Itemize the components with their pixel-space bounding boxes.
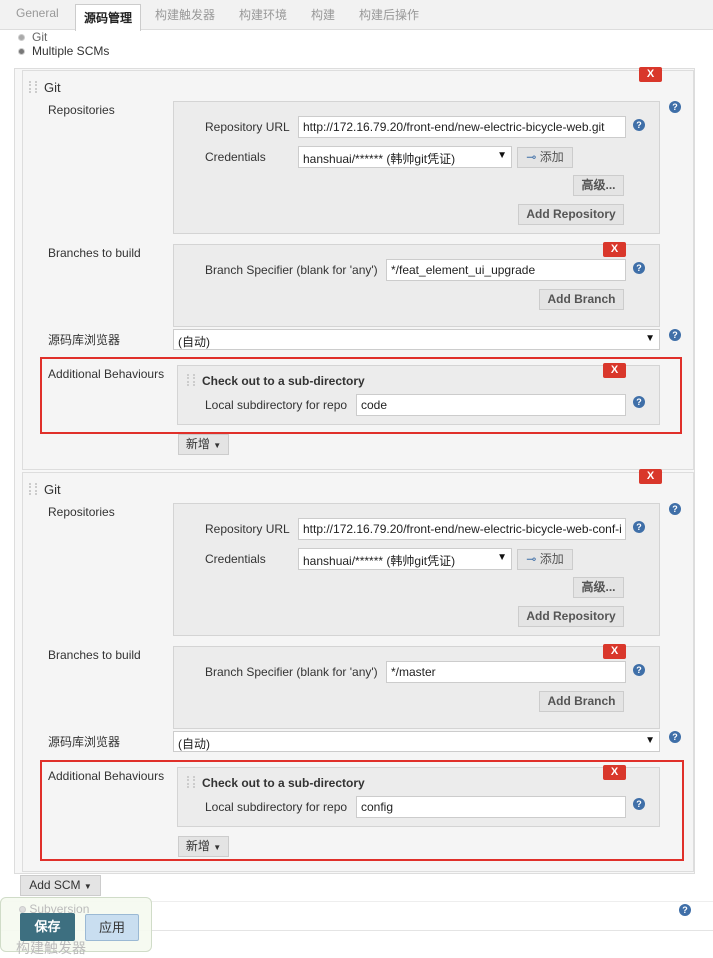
- add-credentials-button[interactable]: ⊸ 添加: [517, 147, 573, 168]
- repo-browser-label: 源码库浏览器: [48, 333, 121, 347]
- dropdown-arrow-icon: ▼: [645, 735, 655, 746]
- drag-handle-icon[interactable]: [29, 81, 37, 93]
- dropdown-arrow-icon: ▼: [497, 552, 507, 563]
- branch-box: [173, 646, 660, 729]
- advanced-button[interactable]: 高级...: [573, 175, 624, 196]
- help-icon[interactable]: ?: [669, 329, 681, 341]
- tab-scm[interactable]: 源码管理: [75, 4, 142, 31]
- tab-environment[interactable]: 构建环境: [239, 6, 287, 23]
- repo-browser-select[interactable]: (自动) ▼: [173, 329, 660, 350]
- branches-label: Branches to build: [48, 246, 141, 260]
- add-scm-button[interactable]: Add SCM ▼: [20, 875, 101, 896]
- repo-browser-select[interactable]: (自动) ▼: [173, 731, 660, 752]
- help-icon[interactable]: ?: [679, 904, 691, 916]
- add-scm-label: Add SCM: [29, 878, 81, 892]
- repo-browser-label: 源码库浏览器: [48, 735, 121, 749]
- tab-build[interactable]: 构建: [311, 6, 335, 23]
- branch-specifier-input[interactable]: */feat_element_ui_upgrade: [386, 259, 626, 281]
- drag-handle-icon[interactable]: [29, 483, 37, 495]
- radio-multiple[interactable]: [18, 48, 25, 55]
- save-bar: Subversion 构建触发器 保存 应用: [0, 897, 152, 956]
- git-scm-block: X Git Repositories ? Repository URL http…: [22, 469, 694, 872]
- help-icon[interactable]: ?: [669, 731, 681, 743]
- help-icon[interactable]: ?: [669, 503, 681, 515]
- scm-title: Git: [44, 80, 61, 95]
- add-repository-button[interactable]: Add Repository: [518, 204, 624, 225]
- repositories-label: Repositories: [48, 505, 115, 519]
- credentials-select[interactable]: hanshuai/****** (韩帅git凭证) ▼: [298, 146, 512, 168]
- next-section-heading: 构建触发器: [16, 940, 86, 956]
- help-icon[interactable]: ?: [633, 664, 645, 676]
- highlight-box: [40, 357, 682, 434]
- repo-browser-value: (自动): [178, 737, 210, 751]
- branch-specifier-input[interactable]: */master: [386, 661, 626, 683]
- multiple-option-label: Multiple SCMs: [32, 44, 110, 58]
- add-branch-button[interactable]: Add Branch: [539, 691, 624, 712]
- dropdown-arrow-icon: ▼: [645, 333, 655, 344]
- repo-url-label: Repository URL: [205, 120, 290, 134]
- tab-bar: General 源码管理 构建触发器 构建环境 构建 构建后操作: [0, 0, 713, 31]
- scm-option-git[interactable]: Git: [17, 31, 77, 44]
- git-scm-block: X Git Repositories ? Repository URL http…: [22, 67, 694, 470]
- tab-triggers[interactable]: 构建触发器: [155, 6, 215, 23]
- tab-post-build[interactable]: 构建后操作: [359, 6, 419, 23]
- save-button[interactable]: 保存: [20, 913, 75, 941]
- branch-box: [173, 244, 660, 327]
- branch-specifier-label: Branch Specifier (blank for 'any'): [205, 665, 378, 679]
- branches-label: Branches to build: [48, 648, 141, 662]
- credentials-value: hanshuai/****** (韩帅git凭证): [303, 152, 456, 166]
- dropdown-arrow-icon: ▼: [497, 150, 507, 161]
- credentials-label: Credentials: [205, 552, 266, 566]
- radio-git[interactable]: [18, 34, 25, 41]
- add-behaviour-button[interactable]: 新增 ▼: [178, 434, 229, 455]
- repositories-label: Repositories: [48, 103, 115, 117]
- dropdown-arrow-icon: ▼: [213, 441, 222, 450]
- repo-url-label: Repository URL: [205, 522, 290, 536]
- delete-branch-button[interactable]: X: [603, 242, 626, 257]
- add-label: 添加: [539, 150, 564, 164]
- scm-title: Git: [44, 482, 61, 497]
- tab-general[interactable]: General: [16, 6, 59, 20]
- add-label: 添加: [539, 552, 564, 566]
- branch-specifier-label: Branch Specifier (blank for 'any'): [205, 263, 378, 277]
- key-icon: ⊸: [526, 552, 537, 566]
- help-icon[interactable]: ?: [669, 101, 681, 113]
- dropdown-arrow-icon: ▼: [83, 882, 92, 891]
- apply-button[interactable]: 应用: [85, 914, 139, 941]
- add-branch-button[interactable]: Add Branch: [539, 289, 624, 310]
- help-icon[interactable]: ?: [633, 521, 645, 533]
- credentials-select[interactable]: hanshuai/****** (韩帅git凭证) ▼: [298, 548, 512, 570]
- credentials-label: Credentials: [205, 150, 266, 164]
- git-option-label: Git: [32, 30, 48, 44]
- highlight-box: [40, 760, 684, 861]
- add-credentials-button[interactable]: ⊸ 添加: [517, 549, 573, 570]
- radio-subversion[interactable]: [19, 906, 26, 913]
- new-label: 新增: [185, 437, 210, 451]
- help-icon[interactable]: ?: [633, 262, 645, 274]
- credentials-value: hanshuai/****** (韩帅git凭证): [303, 554, 456, 568]
- advanced-button[interactable]: 高级...: [573, 577, 624, 598]
- delete-scm-button[interactable]: X: [639, 469, 662, 484]
- delete-scm-button[interactable]: X: [639, 67, 662, 82]
- add-repository-button[interactable]: Add Repository: [518, 606, 624, 627]
- delete-branch-button[interactable]: X: [603, 644, 626, 659]
- repo-browser-value: (自动): [178, 335, 210, 349]
- repo-url-input[interactable]: http://172.16.79.20/front-end/new-electr…: [298, 518, 626, 540]
- help-icon[interactable]: ?: [633, 119, 645, 131]
- repo-url-input[interactable]: http://172.16.79.20/front-end/new-electr…: [298, 116, 626, 138]
- key-icon: ⊸: [526, 150, 537, 164]
